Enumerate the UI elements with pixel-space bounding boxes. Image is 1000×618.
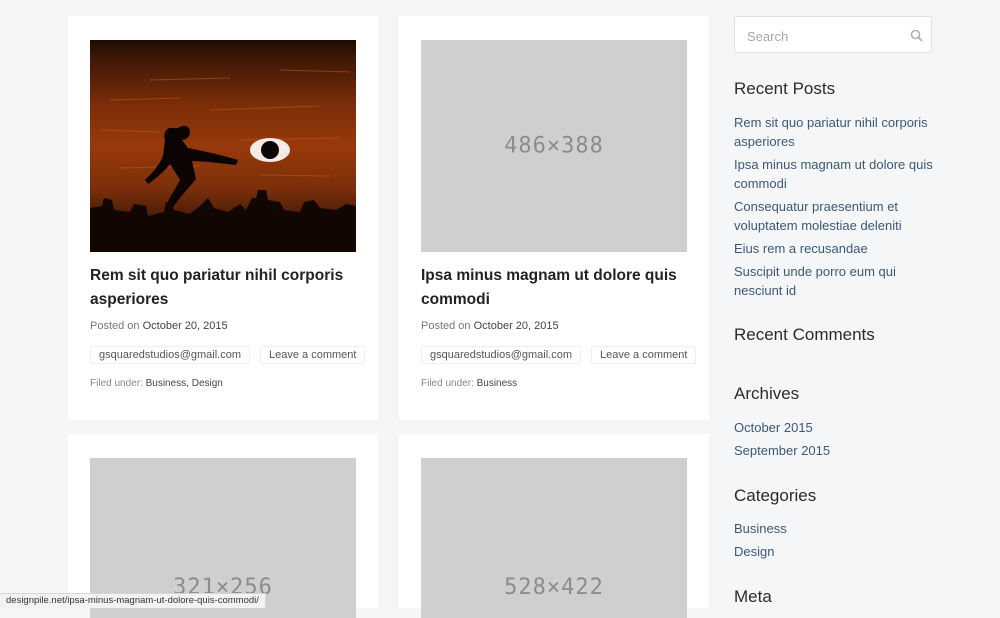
image-placeholder-label: 528×422 (504, 575, 604, 600)
search-input[interactable] (745, 26, 909, 46)
filed-prefix: Filed under: (421, 378, 474, 389)
archives-title: Archives (734, 384, 800, 403)
archive-link[interactable]: September 2015 (734, 441, 944, 460)
category-link[interactable]: Design (734, 542, 944, 561)
post-title[interactable]: Ipsa minus magnam ut dolore quis commodi (421, 264, 691, 312)
status-bar-url: designpile.net/ipsa-minus-magnam-ut-dolo… (0, 593, 266, 608)
recent-post-link[interactable]: Eius rem a recusandae (734, 239, 944, 258)
recent-post-link[interactable]: Ipsa minus magnam ut dolore quis commodi (734, 155, 944, 193)
meta-title: Meta (734, 587, 772, 606)
category-link[interactable]: Business (734, 519, 944, 538)
post-card: 321×256 (68, 434, 378, 618)
post-meta: gsquaredstudios@gmail.com Leave a commen… (421, 346, 697, 364)
search-icon[interactable] (910, 29, 923, 42)
post-card: Rem sit quo pariatur nihil corporis aspe… (68, 16, 378, 420)
silhouette-illustration (90, 69, 356, 252)
category-links[interactable]: Business (477, 378, 518, 389)
post-thumbnail[interactable]: 528×422 (421, 458, 687, 618)
post-photo (90, 40, 356, 252)
author-link[interactable]: gsquaredstudios@gmail.com (90, 346, 251, 364)
post-thumbnail[interactable]: 486×388 (421, 40, 687, 252)
author-link[interactable]: gsquaredstudios@gmail.com (421, 346, 582, 364)
recent-post-link[interactable]: Consequatur praesentium et voluptatem mo… (734, 197, 944, 235)
post-card: 486×388 Ipsa minus magnam ut dolore quis… (399, 16, 709, 420)
categories-title: Categories (734, 486, 817, 505)
categories-list: Business Design (734, 519, 944, 565)
post-date: Posted on October 20, 2015 (421, 320, 559, 332)
leave-comment-link[interactable]: Leave a comment (260, 346, 366, 364)
posted-prefix: Posted on (90, 320, 140, 332)
post-date-link[interactable]: October 20, 2015 (474, 320, 559, 332)
filed-prefix: Filed under: (90, 378, 143, 389)
post-categories: Filed under: Business, Design (90, 378, 223, 389)
recent-comments-title: Recent Comments (734, 325, 875, 344)
post-date: Posted on October 20, 2015 (90, 320, 228, 332)
recent-posts-title: Recent Posts (734, 79, 836, 98)
recent-posts-list: Rem sit quo pariatur nihil corporis aspe… (734, 113, 944, 304)
category-links[interactable]: Business, Design (146, 378, 223, 389)
posted-prefix: Posted on (421, 320, 471, 332)
post-meta: gsquaredstudios@gmail.com Leave a commen… (90, 346, 366, 364)
post-date-link[interactable]: October 20, 2015 (143, 320, 228, 332)
recent-post-link[interactable]: Suscipit unde porro eum qui nesciunt id (734, 262, 944, 300)
post-thumbnail[interactable] (90, 40, 356, 252)
post-title[interactable]: Rem sit quo pariatur nihil corporis aspe… (90, 264, 360, 312)
image-placeholder-label: 486×388 (504, 133, 604, 159)
search-box (734, 16, 932, 53)
leave-comment-link[interactable]: Leave a comment (591, 346, 697, 364)
archive-link[interactable]: October 2015 (734, 418, 944, 437)
post-card: 528×422 (399, 434, 709, 618)
post-categories: Filed under: Business (421, 378, 517, 389)
recent-post-link[interactable]: Rem sit quo pariatur nihil corporis aspe… (734, 113, 944, 151)
archives-list: October 2015 September 2015 (734, 418, 944, 464)
